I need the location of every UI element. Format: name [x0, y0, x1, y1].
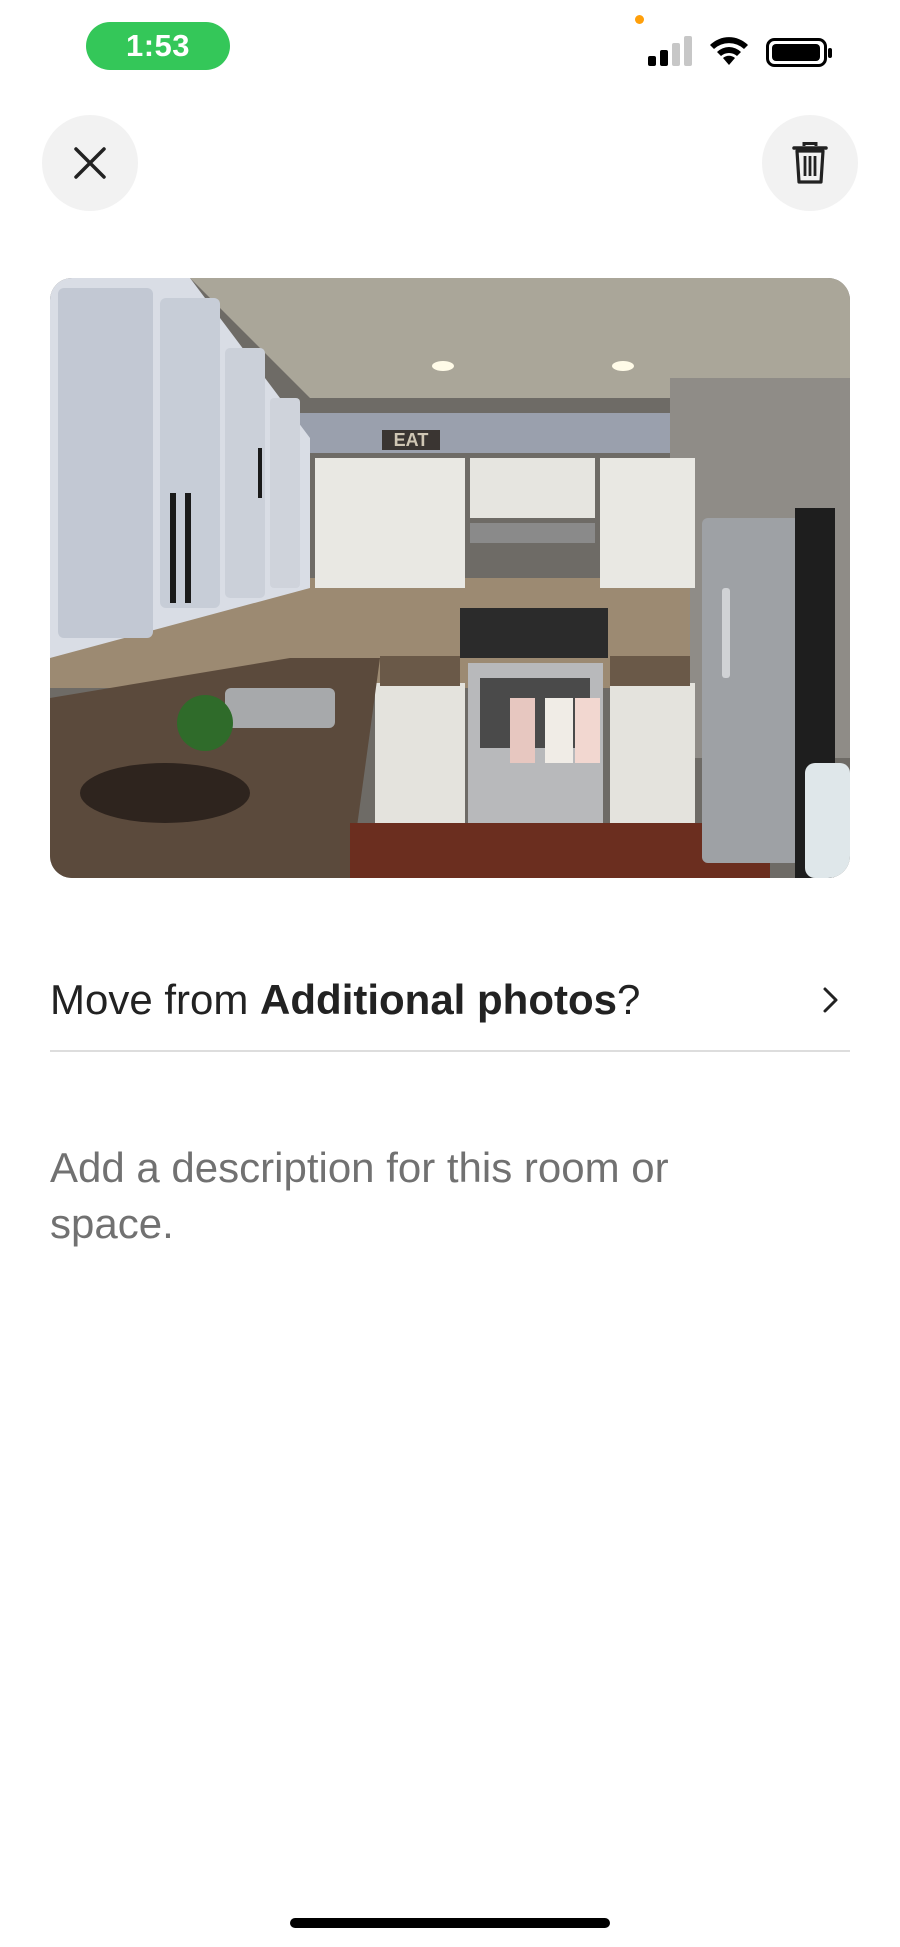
close-icon: [74, 147, 106, 179]
kitchen-photo[interactable]: EAT: [50, 278, 850, 878]
trash-icon: [792, 142, 828, 184]
kitchen-photo-illustration: EAT: [50, 278, 850, 878]
move-category-name: Additional photos: [260, 976, 617, 1023]
move-prefix: Move from: [50, 976, 261, 1023]
wifi-icon: [710, 37, 748, 65]
status-time: 1:53: [86, 22, 230, 70]
close-button[interactable]: [42, 115, 138, 211]
privacy-indicator-dot: [635, 15, 644, 24]
move-suffix: ?: [617, 976, 641, 1023]
battery-icon: [766, 38, 832, 67]
description-input[interactable]: Add a description for this room or space…: [50, 1140, 710, 1252]
eat-sign-text: EAT: [394, 430, 429, 450]
status-bar: 1:53: [0, 0, 900, 100]
signal-icon: [648, 36, 692, 66]
delete-button[interactable]: [762, 115, 858, 211]
move-category-row[interactable]: Move from Additional photos?: [50, 950, 850, 1052]
chevron-right-icon: [823, 987, 838, 1013]
move-category-text: Move from Additional photos?: [50, 976, 640, 1024]
home-indicator[interactable]: [290, 1918, 610, 1928]
